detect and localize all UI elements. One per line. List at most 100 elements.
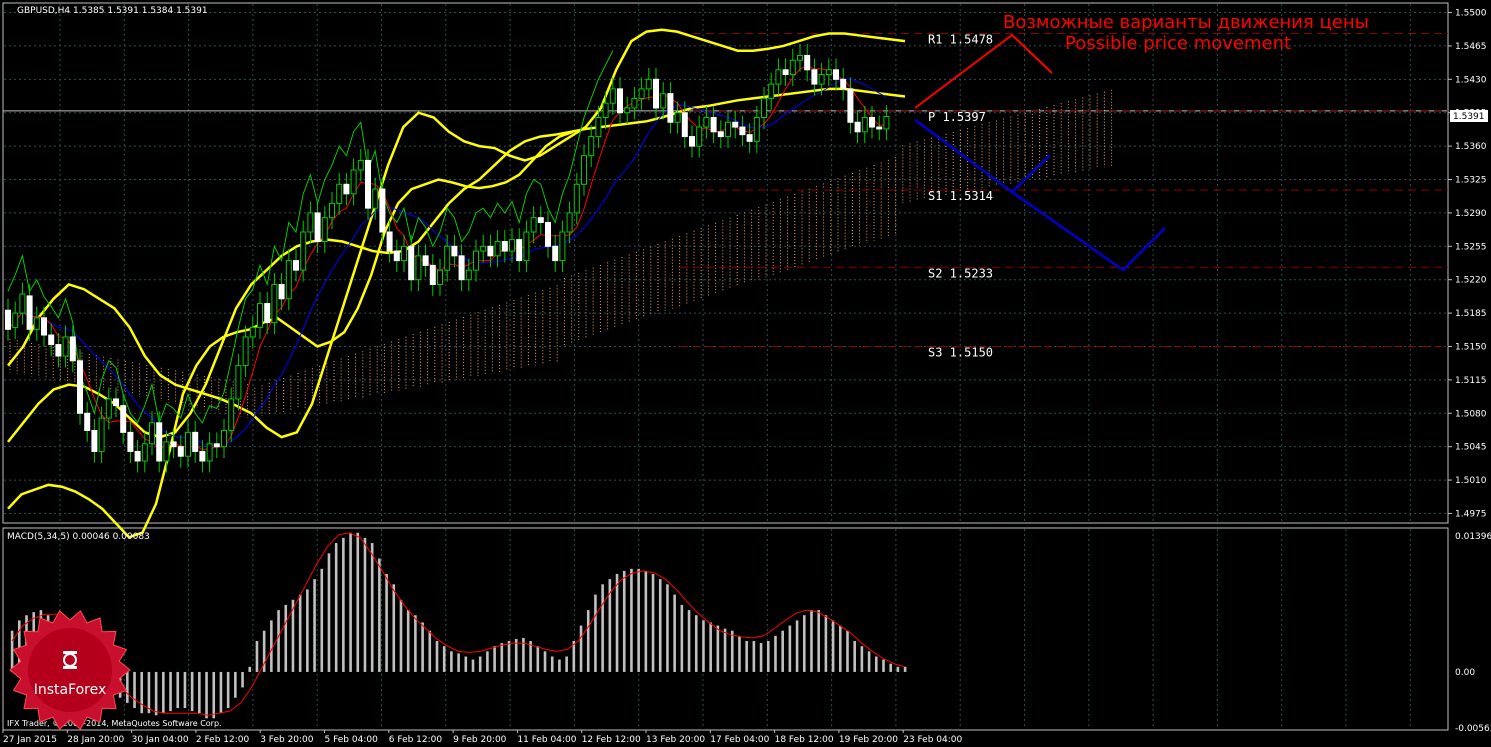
candle-body <box>739 126 746 136</box>
candle-body <box>465 269 472 281</box>
macd-bar <box>694 615 698 672</box>
candle-body <box>458 255 465 281</box>
macd-bar <box>709 622 712 672</box>
candle-body <box>861 116 868 133</box>
macd-bar <box>298 594 302 672</box>
x-tick-label: 6 Feb 12:00 <box>389 735 443 745</box>
candle-body <box>444 245 451 271</box>
x-tick-label: 19 Feb 20:00 <box>839 735 898 745</box>
candle-body <box>876 126 883 130</box>
candle-body <box>840 78 847 90</box>
macd-bar <box>860 646 864 672</box>
macd-bar <box>205 671 208 719</box>
candle-body <box>602 102 609 118</box>
candle-body <box>84 412 91 431</box>
price-chart[interactable]: R1 1.5478 P 1.5397 S1 1.5314 S2 1.5233 S3 1.… <box>0 0 1491 747</box>
candle-body <box>746 134 753 142</box>
macd-bar <box>414 615 417 672</box>
macd-bar <box>126 671 129 703</box>
x-tick-label: 13 Feb 20:00 <box>646 735 705 745</box>
y-tick-label: 1.5325 <box>1455 176 1487 186</box>
candle-body <box>703 116 710 128</box>
macd-bar <box>284 604 288 672</box>
macd-bar <box>831 620 835 672</box>
candle-body <box>717 131 724 138</box>
y-tick-label: 1.5185 <box>1455 309 1487 319</box>
macd-header: MACD(5,34,5) 0.00046 0.00083 <box>7 532 150 542</box>
macd-bar <box>313 579 316 672</box>
candle-body <box>321 217 328 243</box>
window-header: GBPUSD,H4 1.5385 1.5391 1.5384 1.5391 <box>17 6 208 16</box>
macd-bar <box>234 671 237 698</box>
macd-bar <box>514 638 518 672</box>
macd-tick-label: 0.00 <box>1455 668 1475 678</box>
candle-body <box>422 255 429 266</box>
candle-body <box>19 293 26 314</box>
macd-bar <box>500 643 504 672</box>
level-label: S3 1.5150 <box>928 345 993 359</box>
macd-bar <box>507 641 511 672</box>
macd-bar <box>867 651 871 672</box>
macd-bar <box>392 584 396 672</box>
candle-body <box>170 441 177 448</box>
candle-body <box>69 336 76 362</box>
x-tick-label: 9 Feb 20:00 <box>453 735 507 745</box>
macd-bar <box>759 643 763 672</box>
candle-body <box>62 336 69 357</box>
y-tick-label: 1.5360 <box>1455 142 1487 152</box>
candle-body <box>516 239 523 262</box>
macd-bar <box>622 570 626 672</box>
macd-bar <box>752 641 756 672</box>
macd-bar <box>356 532 360 672</box>
candle-body <box>307 212 314 233</box>
candle-body <box>725 121 731 138</box>
candle-body <box>213 443 220 448</box>
candle-body <box>667 93 674 123</box>
macd-bar <box>680 604 684 672</box>
macd-bar <box>536 646 540 672</box>
candle-body <box>343 183 350 195</box>
macd-bar <box>543 651 547 672</box>
candle-body <box>501 241 508 252</box>
y-tick-label: 1.5150 <box>1455 342 1487 352</box>
y-tick-label: 1.5430 <box>1455 75 1487 85</box>
candle-body <box>451 245 458 257</box>
candle-body <box>285 260 292 300</box>
macd-bar <box>10 630 14 672</box>
candle-body <box>789 59 796 76</box>
candle-body <box>26 295 33 330</box>
y-tick-label: 1.5465 <box>1455 42 1487 52</box>
macd-bar <box>471 659 475 672</box>
candle-body <box>105 398 112 419</box>
candle-body <box>5 309 11 330</box>
x-tick-label: 2 Feb 12:00 <box>196 735 250 745</box>
macd-bar <box>320 568 324 672</box>
candle-body <box>98 417 105 452</box>
candle-body <box>386 231 393 252</box>
candle-body <box>768 83 775 99</box>
macd-bar <box>212 671 216 719</box>
candle-body <box>573 183 580 214</box>
macd-bar <box>745 641 748 672</box>
macd-bar <box>435 641 439 672</box>
candle-body <box>509 239 515 252</box>
macd-bar <box>723 628 727 672</box>
level-label: S1 1.5314 <box>928 189 993 203</box>
macd-bar <box>399 599 403 672</box>
candle-body <box>775 69 782 85</box>
candle-body <box>264 303 271 324</box>
macd-bar <box>270 620 273 672</box>
macd-bar <box>896 666 900 672</box>
macd-bar <box>478 656 482 672</box>
macd-bar <box>406 610 410 672</box>
macd-bar <box>637 568 640 672</box>
candle-body <box>33 317 40 330</box>
macd-bar <box>802 615 806 672</box>
macd-bar <box>788 625 792 672</box>
x-tick-label: 12 Feb 12:00 <box>582 735 641 745</box>
candle-body <box>242 336 249 367</box>
candle-body <box>523 231 530 262</box>
candle-body <box>825 69 832 76</box>
macd-bar <box>550 656 554 672</box>
candle-body <box>120 405 127 433</box>
